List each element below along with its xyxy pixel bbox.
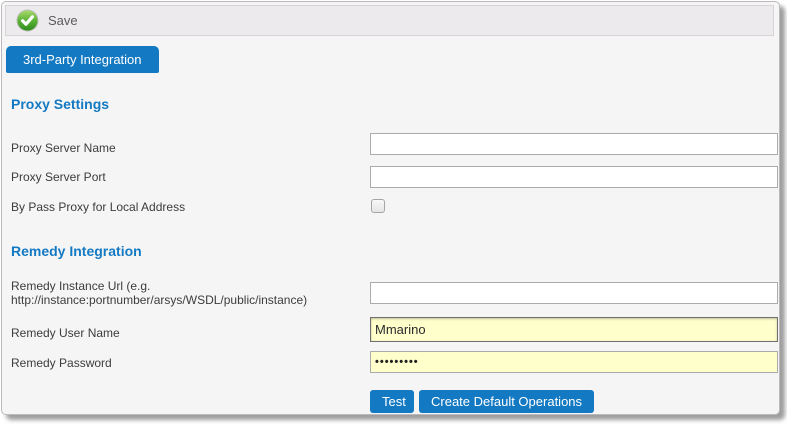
third-party-integration-page: Save 3rd-Party Integration Proxy Setting… [0,0,787,428]
test-button[interactable]: Test [370,390,414,413]
toolbar: Save [5,5,774,36]
remedy-instance-url-label: Remedy Instance Url (e.g. http://instanc… [11,279,367,307]
save-label: Save [48,13,78,28]
remedy-integration-heading: Remedy Integration [11,243,142,259]
remedy-password-input[interactable] [370,351,778,373]
bypass-proxy-checkbox[interactable] [371,199,385,213]
proxy-server-port-label: Proxy Server Port [11,170,106,184]
settings-panel: Save 3rd-Party Integration Proxy Setting… [1,1,780,415]
proxy-server-name-input[interactable] [370,133,778,155]
create-default-operations-button[interactable]: Create Default Operations [419,390,594,413]
proxy-server-port-input[interactable] [370,166,778,188]
save-check-icon [16,9,39,32]
remedy-user-name-input[interactable] [370,317,778,342]
proxy-settings-heading: Proxy Settings [11,96,109,112]
save-button[interactable]: Save [6,6,88,35]
tab-3rd-party-integration[interactable]: 3rd-Party Integration [6,46,159,73]
proxy-server-name-label: Proxy Server Name [11,141,116,155]
bypass-proxy-label: By Pass Proxy for Local Address [11,200,185,214]
remedy-password-label: Remedy Password [11,356,112,370]
remedy-instance-url-input[interactable] [370,282,778,304]
remedy-user-name-label: Remedy User Name [11,326,120,340]
